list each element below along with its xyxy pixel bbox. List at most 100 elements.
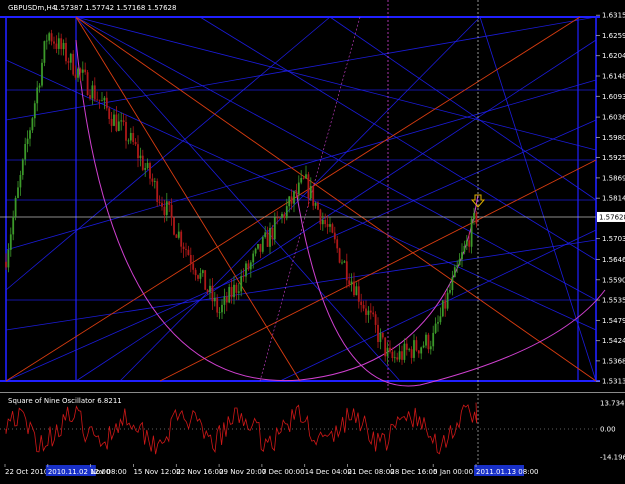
candle-body — [93, 85, 96, 100]
candle-body — [312, 186, 315, 206]
candle-body — [81, 69, 84, 73]
candle-body — [297, 182, 300, 195]
price-tick-label: 1.53688 — [602, 357, 625, 365]
candle-body — [201, 270, 204, 274]
candle-body — [391, 351, 394, 359]
candle-body — [165, 201, 168, 215]
candle-body — [223, 296, 226, 305]
candle-body — [137, 144, 139, 158]
candle-body — [266, 232, 269, 247]
candle-body — [84, 69, 87, 73]
candle-body — [468, 240, 471, 247]
candle-body — [7, 249, 10, 268]
candle-body — [295, 191, 298, 195]
candle-body — [168, 201, 171, 206]
candle-body — [180, 231, 183, 247]
candle-body — [326, 224, 329, 227]
candle-body — [374, 314, 377, 325]
candle-body — [45, 40, 48, 42]
oscillator-title: Square of Nine Oscillator 6.8211 — [8, 397, 122, 405]
candle-body — [242, 276, 245, 277]
candle-body — [417, 350, 420, 354]
candle-body — [79, 68, 82, 73]
candle-body — [105, 97, 108, 109]
candle-body — [369, 310, 372, 313]
candle-body — [31, 118, 34, 131]
price-tick-label: 1.62598 — [602, 32, 625, 40]
candle-body — [89, 95, 91, 99]
candle-body — [331, 224, 334, 233]
candle-body — [55, 43, 58, 49]
candle-body — [329, 224, 331, 227]
candle-body — [319, 209, 322, 225]
candle-body — [338, 248, 341, 263]
candle-body — [389, 347, 391, 352]
candle-body — [53, 41, 55, 44]
candle-body — [48, 33, 51, 41]
panel-divider — [0, 392, 625, 393]
candle-body — [281, 213, 283, 218]
candle-body — [348, 280, 351, 285]
candle-body — [425, 334, 427, 346]
candle-body — [353, 281, 355, 296]
time-tick-label: 7 Dec 00:00 — [262, 468, 305, 476]
candle-body — [285, 206, 288, 219]
candle-body — [197, 275, 199, 279]
candle-body — [283, 213, 286, 219]
chart-symbol: GBPUSDm,H4 — [8, 4, 57, 12]
candle-body — [144, 168, 147, 170]
candle-body — [257, 243, 259, 249]
candle-body — [456, 265, 459, 268]
candle-body — [77, 68, 79, 78]
oscillator-chart[interactable]: 13.7346 0.00 -14.196 Square of Nine Oscill… — [0, 394, 625, 464]
candle-body — [288, 196, 291, 207]
candle-body — [367, 310, 370, 315]
candle-body — [161, 202, 163, 207]
candle-body — [153, 181, 156, 182]
candle-body — [427, 334, 430, 350]
candle-body — [213, 297, 216, 302]
candle-body — [91, 85, 94, 99]
candle-body — [235, 284, 238, 293]
time-tick-label: 15 Nov 12:00 — [133, 468, 180, 476]
candle-body — [434, 323, 437, 333]
candle-body — [12, 216, 15, 235]
candle-body — [177, 231, 180, 238]
candle-body — [305, 174, 307, 179]
candle-body — [473, 213, 475, 220]
candle-body — [209, 285, 211, 293]
candle-body — [259, 243, 262, 252]
time-tick-label: 5 Jan 00:00 — [433, 468, 473, 476]
candle-body — [19, 175, 22, 188]
price-chart-panel[interactable]: 1.63153 1.62598 1.62043 1.61488 1.60933 1.603… — [0, 0, 625, 391]
price-tick-label: 1.55908 — [602, 276, 625, 284]
candle-body — [393, 357, 396, 359]
time-tick-label: 22 Nov 16:00 — [176, 468, 223, 476]
candle-body — [194, 269, 197, 276]
candle-body — [446, 292, 449, 309]
candle-body — [432, 332, 435, 347]
oscillator-tick-label: 13.7346 — [600, 399, 625, 407]
candle-body — [336, 239, 339, 249]
candle-body — [199, 273, 202, 279]
candle-body — [278, 217, 281, 219]
candle-body — [302, 177, 305, 179]
candle-body — [26, 138, 29, 145]
candle-body — [290, 196, 293, 204]
oscillator-panel[interactable]: 13.7346 0.00 -14.196 Square of Nine Oscill… — [0, 394, 625, 464]
candle-body — [14, 197, 17, 217]
candle-body — [309, 186, 312, 199]
price-tick-label: 1.59808 — [602, 134, 625, 142]
price-tick-label: 1.59253 — [602, 154, 625, 162]
candle-body — [372, 312, 375, 315]
candle-body — [101, 100, 103, 102]
candle-body — [57, 38, 60, 49]
current-price-label: 1.57628 — [599, 213, 625, 221]
candle-body — [230, 287, 233, 298]
candle-body — [29, 130, 31, 139]
price-chart[interactable]: 1.63153 1.62598 1.62043 1.61488 1.60933 1.603… — [0, 0, 625, 391]
candle-body — [271, 227, 274, 240]
candle-body — [240, 276, 243, 292]
candle-body — [245, 263, 247, 277]
candle-body — [185, 248, 187, 250]
